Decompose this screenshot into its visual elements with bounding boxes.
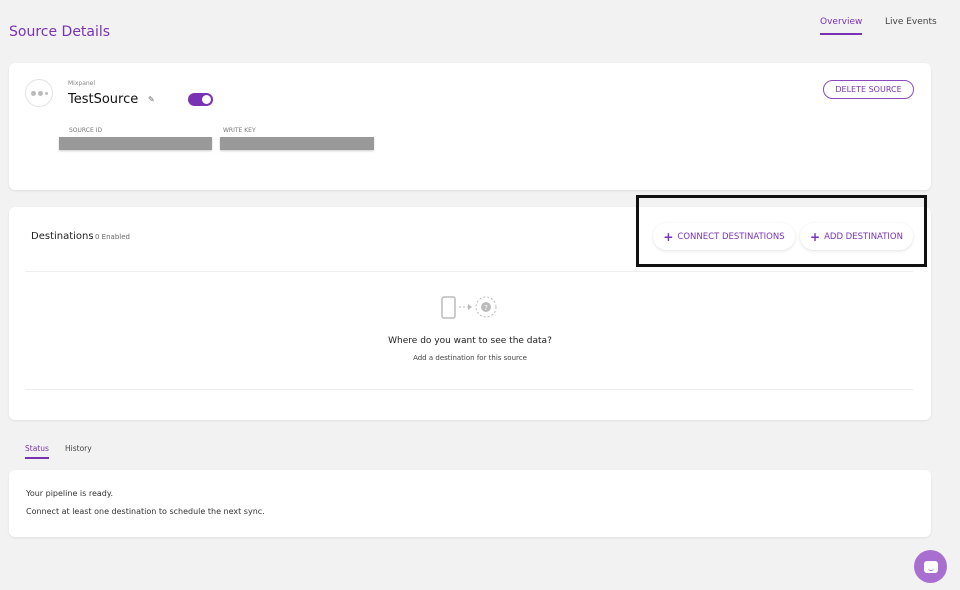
status-card: Your pipeline is ready. Connect at least… xyxy=(9,470,931,537)
write-key-value[interactable] xyxy=(220,137,374,150)
source-id-label: SOURCE ID xyxy=(69,127,103,134)
empty-state-subtitle: Add a destination for this source xyxy=(413,354,527,362)
chat-icon xyxy=(923,560,938,573)
tab-live-events[interactable]: Live Events xyxy=(885,17,937,33)
device-to-destination-icon: ? xyxy=(441,296,497,319)
tab-overview[interactable]: Overview xyxy=(820,17,863,35)
highlight-box xyxy=(636,195,927,267)
source-id-value[interactable] xyxy=(59,137,212,150)
tab-history[interactable]: History xyxy=(65,444,92,457)
source-enabled-toggle[interactable] xyxy=(188,93,213,106)
tab-status[interactable]: Status xyxy=(25,444,49,459)
source-logo-icon xyxy=(25,79,53,107)
status-line-2: Connect at least one destination to sche… xyxy=(26,507,265,516)
destinations-count: 0 Enabled xyxy=(95,233,130,241)
destinations-title: Destinations xyxy=(31,231,94,242)
write-key-label: WRITE KEY xyxy=(223,127,256,134)
edit-icon[interactable]: ✎ xyxy=(148,95,155,104)
source-card: Mixpanel TestSource ✎ SOURCE ID WRITE KE… xyxy=(9,63,931,190)
divider xyxy=(25,271,913,272)
page-title: Source Details xyxy=(9,24,111,40)
source-type: Mixpanel xyxy=(68,80,96,87)
source-name: TestSource xyxy=(68,92,139,107)
chat-button[interactable] xyxy=(914,550,947,583)
empty-state-title: Where do you want to see the data? xyxy=(388,336,552,346)
status-line-1: Your pipeline is ready. xyxy=(26,489,113,498)
delete-source-button[interactable]: DELETE SOURCE xyxy=(823,80,914,99)
divider xyxy=(25,389,913,390)
svg-text:?: ? xyxy=(484,304,488,312)
